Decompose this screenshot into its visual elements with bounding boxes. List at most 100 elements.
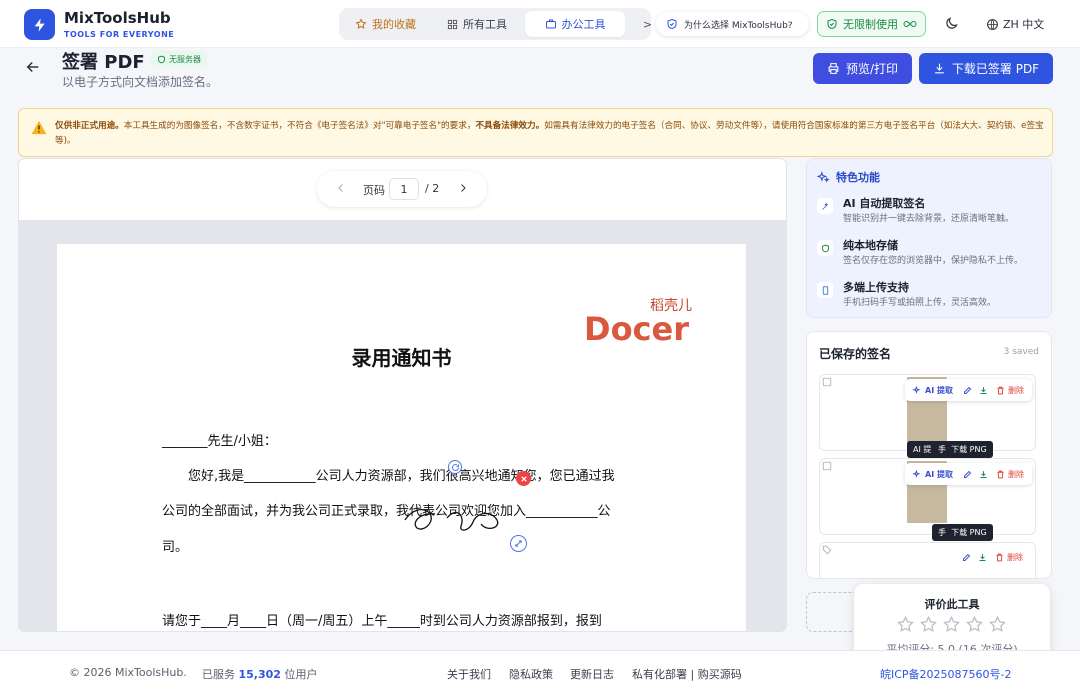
shield-check-icon	[158, 55, 165, 63]
served-suffix: 位用户	[284, 668, 318, 681]
signature-actions: AI 提取 删除	[905, 463, 1032, 485]
why-choose-popover[interactable]: 为什么选择 MixToolsHub?	[656, 12, 809, 36]
tag-icon	[822, 545, 832, 555]
legal-warning-text: 仅供非正式用途。本工具生成的为图像签名，不含数字证书，不符合《电子签名法》对"可…	[55, 119, 1045, 149]
tooltip-download-label: 下载 PNG	[951, 445, 987, 454]
tab-dev-tools[interactable]: >_	[633, 11, 651, 37]
star-icon[interactable]	[988, 615, 1007, 634]
saved-signature-card[interactable]: AI 提取 删除	[819, 458, 1036, 535]
download-signed-pdf-button[interactable]: 下载已签署 PDF	[919, 53, 1053, 84]
language-switcher[interactable]: ZH 中文	[986, 16, 1044, 32]
star-icon[interactable]	[919, 615, 938, 634]
download-signed-pdf-label: 下载已签署 PDF	[951, 62, 1040, 76]
page-total: / 2	[425, 182, 440, 195]
download-icon	[935, 63, 944, 74]
document-line: 司。	[162, 540, 189, 555]
tooltip-download-png: 手 下载 PNG	[932, 441, 993, 458]
delete-label: 删除	[1007, 385, 1024, 395]
brand-name[interactable]: MixToolsHub	[64, 9, 171, 27]
delete-label: 删除	[1007, 553, 1023, 562]
main-nav: 我的收藏 所有工具 办公工具 >_	[339, 8, 651, 40]
warning-body-1: 本工具生成的为图像签名，不含数字证书，不符合《电子签名法》对"可靠电子签名"的要…	[123, 121, 476, 131]
saved-signature-card[interactable]: AI 提取 删除	[819, 374, 1036, 451]
signature-delete-button[interactable]	[516, 471, 531, 486]
feature-title: 多端上传支持	[843, 281, 909, 294]
lightning-icon	[34, 17, 45, 32]
terminal-icon: >_	[643, 17, 651, 31]
close-icon	[520, 475, 527, 482]
trash-icon	[997, 470, 1004, 478]
legal-warning-banner: 仅供非正式用途。本工具生成的为图像签名，不含数字证书，不符合《电子签名法》对"可…	[18, 108, 1053, 157]
tab-favorites-label: 我的收藏	[372, 18, 416, 31]
feature-desc: 智能识别并一键去除背景，还原清晰笔触。	[843, 214, 1015, 224]
top-header: MixToolsHub TOOLS FOR EVERYONE 我的收藏 所有工具…	[0, 0, 1080, 48]
features-panel: 特色功能 AI 自动提取签名 智能识别并一键去除背景，还原清晰笔触。 纯本地存储…	[806, 158, 1052, 318]
sparkles-icon	[817, 170, 830, 183]
ai-extract-label: AI 提取	[925, 469, 953, 479]
saved-signatures-panel: 已保存的签名 3 saved AI 提取 删除 AI 提 手 下载 PNG AI	[806, 331, 1052, 579]
footer-icp[interactable]: 皖ICP备2025087560号-2	[880, 666, 1012, 682]
tooltip-hand: 手	[938, 445, 946, 454]
tab-favorites[interactable]: 我的收藏	[345, 11, 426, 37]
placed-signature[interactable]	[401, 492, 511, 542]
tab-office-tools[interactable]: 办公工具	[525, 11, 625, 37]
image-icon	[822, 461, 832, 471]
star-icon[interactable]	[896, 615, 915, 634]
saved-signatures-title: 已保存的签名	[819, 347, 892, 361]
dark-mode-icon[interactable]	[944, 16, 959, 31]
footer-link-deploy[interactable]: 私有化部署 | 购买源码	[632, 666, 742, 682]
edit-icon[interactable]	[962, 553, 971, 562]
ai-extract-button[interactable]: AI 提取	[913, 469, 953, 480]
feature-title: AI 自动提取签名	[843, 197, 926, 210]
language-label: ZH 中文	[1003, 18, 1045, 31]
signature-rotate-handle[interactable]	[448, 460, 462, 474]
warning-triangle-icon	[31, 120, 47, 135]
smartphone-icon	[817, 282, 833, 298]
delete-signature-button[interactable]: 删除	[996, 469, 1024, 480]
tab-office-tools-label: 办公工具	[561, 18, 606, 31]
chevron-left-icon[interactable]	[335, 182, 347, 194]
trash-icon	[996, 553, 1003, 562]
magic-wand-icon	[817, 198, 833, 214]
edit-icon[interactable]	[963, 386, 972, 395]
unlimited-badge[interactable]: 无限制使用	[817, 11, 926, 37]
star-icon[interactable]	[942, 615, 961, 634]
pdf-page[interactable]: 稻壳儿 Docer 录用通知书 _______先生/小姐： 您好,我是_____…	[57, 244, 746, 631]
printer-icon	[828, 63, 839, 74]
download-icon[interactable]	[979, 386, 988, 395]
brand-logo[interactable]	[24, 9, 55, 40]
delete-signature-button[interactable]: 删除	[995, 552, 1023, 563]
page-number-input[interactable]: 1	[389, 178, 419, 200]
back-arrow-icon[interactable]	[24, 58, 42, 76]
document-line: 请您于____月____日（周一/周五）上午_____时到公司人力资源部报到，报…	[162, 614, 602, 629]
delete-signature-button[interactable]: 删除	[996, 385, 1024, 396]
ai-extract-label: AI 提取	[925, 385, 953, 395]
edit-icon[interactable]	[963, 470, 972, 479]
star-icon[interactable]	[965, 615, 984, 634]
preview-print-label: 预览/打印	[845, 62, 899, 76]
footer-link-about[interactable]: 关于我们	[447, 666, 491, 682]
trash-icon	[997, 386, 1004, 394]
feature-desc: 签名仅存在您的浏览器中，保护隐私不上传。	[843, 256, 1024, 266]
rating-stars	[896, 615, 1007, 634]
shield-icon	[667, 18, 677, 30]
saved-signature-card[interactable]: 删除	[819, 542, 1036, 578]
feature-desc: 手机扫码手写或拍照上传，灵活高效。	[843, 298, 997, 308]
preview-print-button[interactable]: 预览/打印	[813, 53, 912, 84]
document-line: 您好,我是___________公司人力资源部，我们很高兴地通知您，您已通过我	[188, 469, 615, 484]
download-icon[interactable]	[978, 553, 987, 562]
tooltip-hand: 手	[938, 528, 946, 537]
chevron-right-icon[interactable]	[457, 182, 469, 194]
download-icon[interactable]	[979, 470, 988, 479]
image-icon	[822, 377, 832, 387]
signature-resize-handle[interactable]	[510, 535, 527, 552]
tab-all-tools[interactable]: 所有工具	[437, 11, 517, 37]
ai-extract-button[interactable]: AI 提取	[913, 385, 953, 396]
footer-link-privacy[interactable]: 隐私政策	[509, 666, 553, 682]
footer-copyright: © 2026 MixToolsHub.	[69, 666, 187, 679]
star-icon	[355, 18, 367, 29]
features-header: 特色功能	[817, 169, 880, 185]
rating-title: 评价此工具	[924, 598, 980, 611]
footer-link-changelog[interactable]: 更新日志	[570, 666, 614, 682]
sparkles-icon	[913, 385, 921, 394]
